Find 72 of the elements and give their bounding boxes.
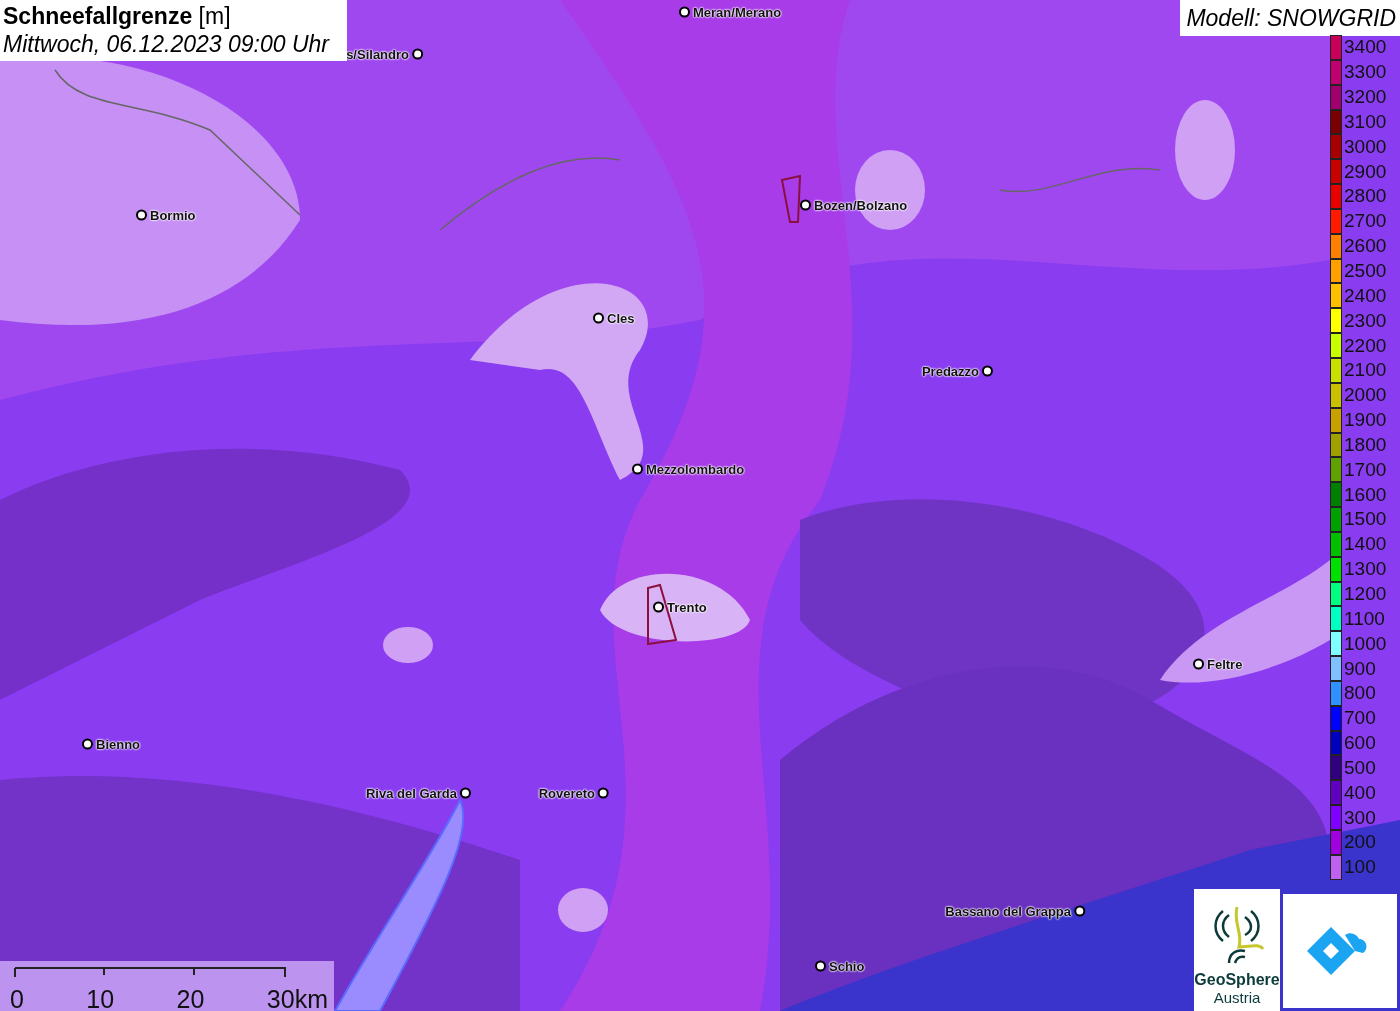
legend-label: 800 <box>1344 683 1376 704</box>
legend-label: 400 <box>1344 782 1376 803</box>
city-label: Cles <box>607 310 635 326</box>
city-label: Bozen/Bolzano <box>814 197 908 213</box>
city-marker-icon <box>593 312 604 324</box>
city-label: Riva del Garda <box>365 785 457 801</box>
legend-label: 2900 <box>1344 161 1387 182</box>
legend-label: 1100 <box>1344 608 1385 629</box>
city-marker-icon <box>460 787 471 799</box>
city-marker-icon <box>653 601 664 613</box>
city-label: Mezzolombardo <box>646 461 745 477</box>
legend-label: 3000 <box>1344 136 1387 157</box>
scale-label: 0 <box>10 987 24 1011</box>
legend-label: 200 <box>1344 832 1376 853</box>
city-label: Bienno <box>96 736 141 752</box>
city-label: Bormio <box>150 207 196 223</box>
city-label: Rovereto <box>538 785 595 801</box>
map-date: Mittwoch, 06.12.2023 09:00 Uhr <box>3 30 331 58</box>
legend-label: 3300 <box>1344 62 1387 83</box>
legend-label: 2400 <box>1344 285 1387 306</box>
legend-label: 1700 <box>1344 459 1387 480</box>
city-marker-icon <box>136 209 147 221</box>
city-marker-icon <box>679 6 690 18</box>
logo-country: Austria <box>1213 989 1261 1007</box>
city-label: Schio <box>829 958 865 974</box>
logo-name: GeoSphere <box>1194 971 1280 989</box>
legend-label: 2600 <box>1344 236 1387 257</box>
legend-label: 700 <box>1344 708 1376 729</box>
city-marker-icon <box>982 365 993 377</box>
city-label: s/Silandro <box>346 46 409 62</box>
legend-label: 2000 <box>1344 385 1387 406</box>
scale-label: 30km <box>266 987 328 1011</box>
city-marker-icon <box>1074 905 1085 917</box>
legend-label: 2700 <box>1344 211 1387 232</box>
city-marker-icon <box>598 787 609 799</box>
legend-label: 3200 <box>1344 87 1387 108</box>
legend-label: 600 <box>1344 733 1376 754</box>
legend-label: 1900 <box>1344 410 1387 431</box>
city-marker-icon <box>1193 658 1204 670</box>
legend-label: 2300 <box>1344 310 1387 331</box>
legend-label: 500 <box>1344 757 1376 778</box>
city-label: Trento <box>667 599 707 615</box>
legend-label: 1000 <box>1344 633 1387 654</box>
city-marker-icon <box>815 960 826 972</box>
legend-label: 2100 <box>1344 360 1387 381</box>
legend-label: 1300 <box>1344 559 1387 580</box>
city-marker-icon <box>412 48 423 60</box>
legend-label: 3400 <box>1344 37 1387 58</box>
city-label: Feltre <box>1207 656 1243 672</box>
scale-label: 20 <box>176 987 205 1011</box>
legend-label: 2200 <box>1344 335 1387 356</box>
legend-label: 1500 <box>1344 509 1387 530</box>
legend-label: 900 <box>1344 658 1376 679</box>
legend-label: 1600 <box>1344 484 1387 505</box>
legend-label: 300 <box>1344 807 1376 828</box>
city-label: Bassano del Grappa <box>945 903 1071 919</box>
scale-label: 10 <box>86 987 115 1011</box>
city-label: Predazzo <box>921 363 979 379</box>
city-marker-icon <box>800 199 811 211</box>
city-marker-icon <box>632 463 643 475</box>
legend-label: 1800 <box>1344 434 1387 455</box>
city-marker-icon <box>82 738 93 750</box>
legend-label: 1400 <box>1344 534 1387 555</box>
model-label: Modell: SNOWGRID <box>1180 0 1400 36</box>
legend-label: 2800 <box>1344 186 1387 207</box>
map-title: Schneefallgrenze [m] <box>3 2 232 30</box>
legend-label: 1200 <box>1344 584 1387 604</box>
scale-ruler-icon <box>14 967 286 977</box>
city-label: Meran/Merano <box>693 4 782 20</box>
legend-label: 100 <box>1344 857 1376 878</box>
legend-label: 3100 <box>1344 111 1387 132</box>
legend-label: 2500 <box>1344 261 1387 281</box>
